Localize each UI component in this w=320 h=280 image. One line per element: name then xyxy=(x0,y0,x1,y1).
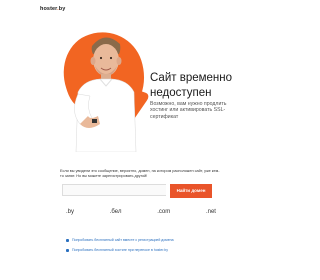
zone-com[interactable]: .com xyxy=(157,209,170,217)
offer-link-label[interactable]: Попробовать бесплатный хостинг при перен… xyxy=(72,248,168,252)
find-domain-button[interactable]: Найти домен xyxy=(170,184,212,198)
zone-by[interactable]: .by xyxy=(66,209,74,217)
offer-link-free-hosting[interactable]: Попробовать бесплатный хостинг при перен… xyxy=(66,245,226,255)
domain-note: Если вы увидели это сообщение, вероятно,… xyxy=(60,169,220,178)
offer-link-free-site[interactable]: Попробовать бесплатный сайт вместе с рег… xyxy=(66,235,226,245)
domain-zones: .by .бел .com .net xyxy=(66,209,216,217)
zone-net[interactable]: .net xyxy=(206,209,216,217)
person-illustration xyxy=(74,37,137,152)
bullet-icon xyxy=(66,238,69,242)
offer-links: Попробовать бесплатный сайт вместе с рег… xyxy=(66,235,226,255)
offer-link-label[interactable]: Попробовать бесплатный сайт вместе с рег… xyxy=(72,238,174,242)
bullet-icon xyxy=(66,248,69,252)
domain-search-input[interactable] xyxy=(62,184,166,196)
zone-bel[interactable]: .бел xyxy=(110,209,122,217)
domain-search: Найти домен xyxy=(62,184,220,198)
page-subtitle: Возможно, вам нужно продлить хостинг или… xyxy=(150,101,227,120)
page-title: Сайт временно недоступен xyxy=(150,72,233,99)
